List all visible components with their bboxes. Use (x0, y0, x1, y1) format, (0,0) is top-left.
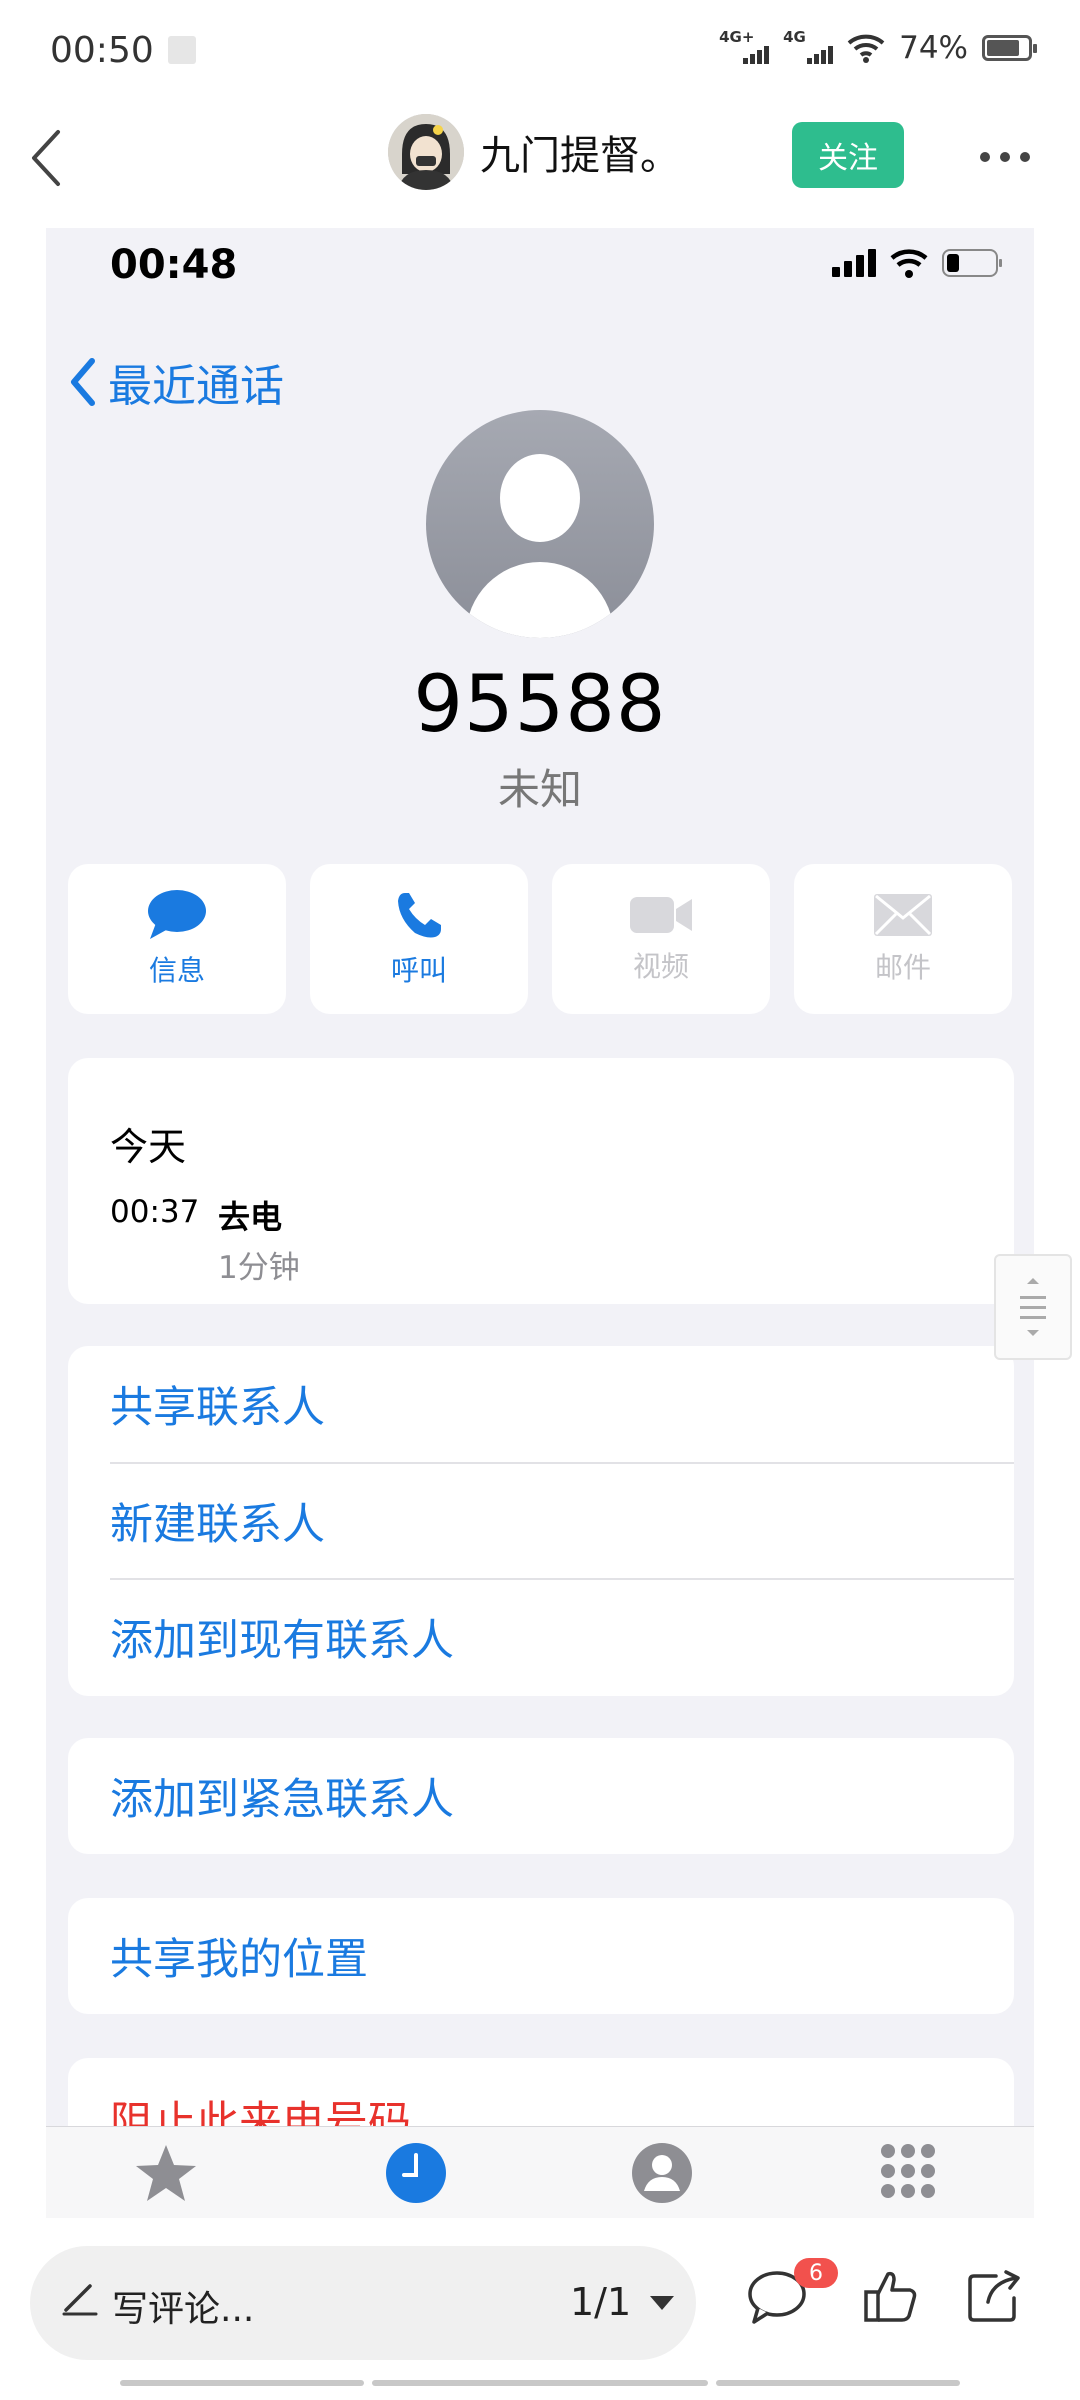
call-time: 00:37 (110, 1194, 200, 1230)
progress-segment (372, 2380, 708, 2386)
battery-icon (982, 35, 1037, 61)
new-contact-button[interactable]: 新建联系人 (110, 1462, 1014, 1578)
call-type: 去电 (218, 1198, 283, 1236)
ios-time: 00:48 (110, 242, 238, 288)
chevron-left-icon (71, 358, 95, 406)
page-indicator[interactable]: 1/1 (570, 2280, 631, 2324)
contact-subtitle: 未知 (497, 765, 582, 814)
pencil-icon (62, 2284, 98, 2316)
recents-label: 最近通话 (108, 361, 284, 412)
ios-wifi-icon (890, 249, 928, 278)
add-to-existing-button[interactable]: 添加到现有联系人 (110, 1578, 1014, 1694)
add-emergency-contact-button[interactable]: 添加到紧急联系人 (110, 1738, 1014, 1854)
share-icon[interactable] (966, 2268, 1022, 2324)
mail-button[interactable]: 邮件 (794, 864, 1012, 1014)
back-to-recents[interactable]: 最近通话 (68, 350, 284, 414)
ios-signal-icon (832, 249, 876, 277)
like-icon[interactable] (862, 2268, 918, 2324)
back-arrow-icon[interactable] (26, 126, 66, 190)
status-icons: 4G+ 4G 74% (719, 28, 1037, 68)
contact-options-card: 共享联系人 新建联系人 添加到现有联系人 (68, 1346, 1014, 1696)
phone-number: 95588 (413, 660, 667, 750)
emergency-card: 添加到紧急联系人 (68, 1738, 1014, 1854)
message-icon (148, 890, 206, 939)
contact-avatar (426, 410, 654, 638)
comment-placeholder: 写评论... (112, 2289, 255, 2330)
call-day: 今天 (110, 1125, 187, 1169)
recents-icon[interactable] (384, 2141, 448, 2205)
post-header: 九门提督。 关注 (0, 104, 1080, 228)
signal-4g-icon: 4G (783, 28, 834, 68)
message-button[interactable]: 信息 (68, 864, 286, 1014)
phone-icon (398, 893, 441, 938)
chevron-down-icon[interactable] (650, 2296, 674, 2310)
post-image[interactable]: 00:48 最近通话 95588 未知 信息 呼叫 视频 邮件 今天 00:37… (46, 228, 1034, 2218)
signal-4g-plus-icon: 4G+ (719, 28, 770, 68)
status-bar: 00:50 4G+ 4G 74% (0, 0, 1080, 104)
scroll-handle[interactable] (994, 1254, 1072, 1360)
progress-segment (120, 2380, 364, 2386)
video-button[interactable]: 视频 (552, 864, 770, 1014)
wifi-icon (847, 34, 885, 63)
avatar[interactable] (388, 114, 464, 190)
contacts-icon[interactable] (630, 2141, 694, 2205)
call-button[interactable]: 呼叫 (310, 864, 528, 1014)
follow-button[interactable]: 关注 (792, 122, 904, 188)
ios-tab-bar (46, 2126, 1034, 2218)
more-options-icon[interactable] (980, 152, 1030, 162)
mail-icon (874, 894, 932, 936)
share-contact-button[interactable]: 共享联系人 (110, 1346, 1014, 1462)
location-card: 共享我的位置 (68, 1898, 1014, 2014)
notification-icon (168, 36, 196, 64)
comment-input[interactable]: 写评论... 1/1 (30, 2246, 696, 2360)
author-name[interactable]: 九门提督。 (480, 123, 680, 181)
ios-battery-icon (942, 249, 1002, 277)
call-history-card: 今天 00:37 去电 1分钟 (68, 1058, 1014, 1304)
comment-count-badge: 6 (794, 2258, 838, 2288)
keypad-icon[interactable] (876, 2141, 940, 2205)
call-duration: 1分钟 (218, 1250, 300, 1286)
battery-percent: 74% (899, 30, 968, 66)
share-location-button[interactable]: 共享我的位置 (110, 1898, 1014, 2014)
progress-segment (716, 2380, 960, 2386)
author-info[interactable]: 九门提督。 (388, 114, 680, 190)
video-icon (630, 897, 692, 933)
ios-status-bar: 00:48 (46, 228, 1034, 298)
favorites-icon[interactable] (134, 2141, 198, 2205)
status-time: 00:50 (50, 30, 154, 71)
action-buttons: 信息 呼叫 视频 邮件 (68, 864, 1012, 1014)
comment-bar: 写评论... 1/1 6 (0, 2218, 1080, 2400)
